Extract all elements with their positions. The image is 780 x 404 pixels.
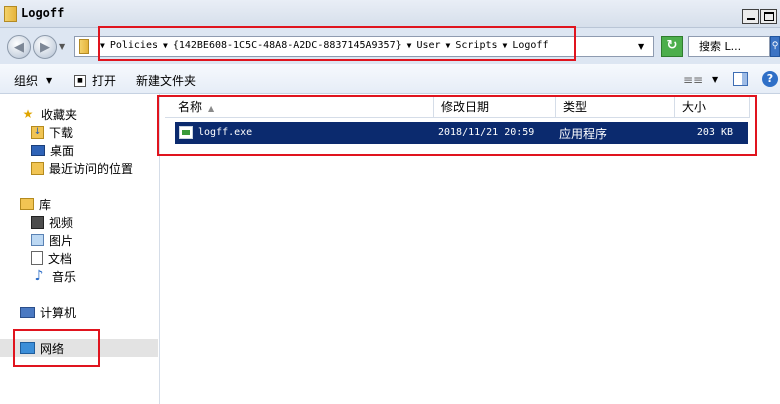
refresh-icon: ↻: [666, 38, 678, 53]
nav-item-label: 视频: [49, 215, 74, 230]
nav-item-music[interactable]: ♪ 音乐: [31, 267, 76, 285]
highlight-box-address: [98, 26, 576, 61]
nav-item-videos[interactable]: 视频: [31, 213, 73, 231]
forward-button[interactable]: ▶: [33, 35, 57, 59]
refresh-button[interactable]: ↻: [661, 36, 683, 57]
new-folder-button[interactable]: 新建文件夹: [136, 72, 196, 89]
computer-icon: [20, 306, 35, 318]
address-dropdown-icon[interactable]: ▼: [638, 42, 644, 51]
nav-favorites[interactable]: ★ 收藏夹: [20, 105, 77, 123]
music-icon: ♪: [34, 268, 44, 284]
nav-libraries[interactable]: 库: [20, 195, 51, 213]
new-folder-label: 新建文件夹: [136, 74, 197, 88]
highlight-box-network: [13, 329, 100, 367]
view-options-icon[interactable]: ≡≡: [683, 73, 703, 87]
nav-item-recent[interactable]: 最近访问的位置: [31, 159, 133, 177]
preview-pane-icon[interactable]: [733, 72, 748, 86]
desktop-icon: [31, 144, 45, 156]
nav-item-pictures[interactable]: 图片: [31, 231, 73, 249]
folder-icon: [79, 39, 89, 54]
picture-icon: [31, 234, 44, 246]
video-icon: [31, 215, 44, 229]
forward-arrow-icon: ▶: [40, 39, 50, 55]
star-icon: ★: [22, 107, 34, 121]
nav-item-documents[interactable]: 文档: [31, 249, 72, 267]
search-icon[interactable]: ⚲: [770, 36, 780, 57]
nav-item-label: 图片: [49, 233, 74, 248]
nav-item-label: 最近访问的位置: [49, 161, 134, 176]
nav-computer[interactable]: 计算机: [20, 303, 76, 321]
help-icon[interactable]: ?: [762, 71, 778, 87]
title-bar: Logoff: [0, 0, 780, 28]
window-title: Logoff: [21, 6, 65, 20]
open-label: 打开: [92, 74, 117, 88]
nav-item-label: 文档: [48, 251, 73, 266]
organize-label: 组织: [14, 74, 39, 88]
minimize-button[interactable]: [742, 9, 759, 24]
minimize-icon: [746, 18, 755, 20]
chevron-down-icon[interactable]: ▼: [712, 75, 718, 84]
nav-item-downloads[interactable]: ↓ 下载: [31, 123, 73, 141]
nav-libraries-label: 库: [39, 197, 52, 212]
open-button[interactable]: ■ 打开: [74, 72, 116, 89]
highlight-box-file-list: [157, 95, 757, 156]
recent-places-icon: [31, 161, 44, 175]
nav-item-label: 下载: [49, 125, 74, 140]
folder-icon: [4, 6, 17, 22]
nav-item-label: 桌面: [50, 143, 75, 158]
nav-item-desktop[interactable]: 桌面: [31, 141, 74, 159]
organize-button[interactable]: 组织 ▼: [14, 72, 52, 89]
maximize-icon: [763, 12, 774, 21]
open-icon: ■: [74, 74, 86, 87]
maximize-button[interactable]: [760, 9, 777, 24]
recent-pages-dropdown[interactable]: ▼: [59, 42, 65, 51]
nav-item-label: 音乐: [52, 269, 77, 284]
back-button[interactable]: ◀: [7, 35, 31, 59]
chevron-down-icon: ▼: [46, 76, 53, 85]
nav-computer-label: 计算机: [40, 305, 77, 320]
nav-favorites-label: 收藏夹: [41, 107, 78, 122]
library-icon: [20, 198, 34, 210]
search-input[interactable]: 搜索 L...: [688, 36, 770, 57]
command-toolbar: 组织 ▼ ■ 打开 新建文件夹 ≡≡ ▼ ?: [0, 64, 780, 94]
download-folder-icon: ↓: [31, 125, 44, 139]
back-arrow-icon: ◀: [14, 39, 24, 55]
document-icon: [31, 251, 43, 265]
